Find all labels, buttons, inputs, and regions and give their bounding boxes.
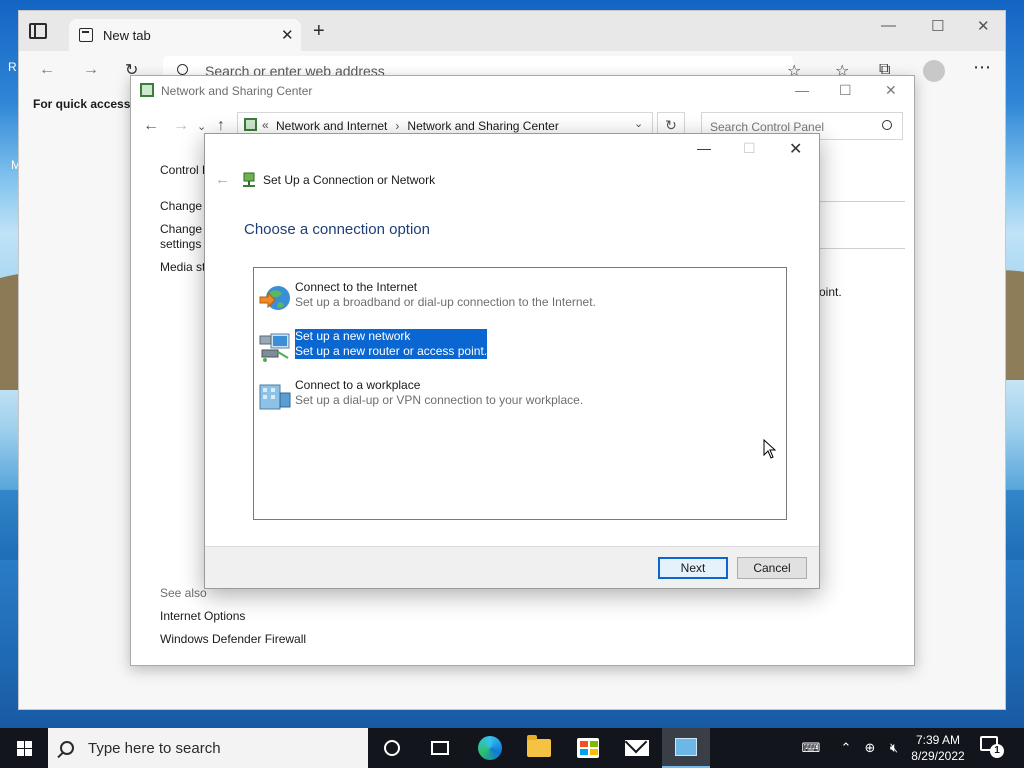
back-arrow-icon[interactable]: ← (39, 61, 55, 79)
browser-close-button[interactable]: ✕ (977, 17, 990, 35)
browser-tab-strip: New tab ✕ + — ☐ ✕ (19, 11, 1005, 51)
option-text: Connect to the Internet Set up a broadba… (295, 280, 596, 310)
close-tab-icon[interactable]: ✕ (281, 26, 294, 44)
control-panel-network-icon (244, 118, 257, 131)
globe-internet-icon (259, 286, 290, 310)
cancel-button[interactable]: Cancel (737, 557, 807, 579)
nsc-minimize-button[interactable]: — (795, 82, 809, 98)
browser-tab-title: New tab (103, 28, 151, 43)
taskbar: Type here to search ⌨ ⌃ ⊕ 🔇︎ 7:39 AM 8/2… (0, 728, 1024, 768)
cortana-button[interactable] (368, 728, 416, 768)
sidebar-link-media-streaming[interactable]: Media st (160, 260, 205, 274)
option-connect-internet[interactable]: Connect to the Internet Set up a broadba… (258, 280, 784, 320)
option-title: Connect to the Internet (295, 280, 418, 294)
forward-arrow-icon[interactable]: → (83, 61, 99, 79)
quick-access-text: For quick access, p (33, 97, 145, 111)
divider (819, 248, 905, 249)
option-description: Set up a new router or access point. (295, 344, 488, 358)
mouse-cursor-icon (763, 439, 777, 459)
desktop-icon-label-fragment[interactable]: R (8, 60, 17, 74)
taskbar-clock[interactable]: 7:39 AM 8/29/2022 (900, 732, 976, 764)
taskbar-search-placeholder: Type here to search (88, 739, 221, 757)
taskbar-search-box[interactable]: Type here to search (48, 728, 368, 768)
internet-options-link[interactable]: Internet Options (160, 609, 245, 623)
divider (819, 201, 905, 202)
option-description: Set up a dial-up or VPN connection to yo… (295, 393, 584, 407)
dialog-title: Set Up a Connection or Network (263, 173, 436, 187)
task-view-button[interactable] (416, 728, 464, 768)
search-icon (60, 741, 74, 755)
dialog-heading: Choose a connection option (244, 221, 430, 238)
nsc-maximize-button[interactable]: ☐ (839, 82, 852, 99)
breadcrumb-overflow-icon[interactable]: « (262, 118, 269, 132)
search-icon (882, 120, 892, 130)
router-network-icon (259, 333, 290, 362)
option-text: Set up a new network Set up a new router… (295, 329, 488, 359)
profile-avatar[interactable] (923, 60, 945, 82)
dialog-maximize-button: ☐ (743, 140, 756, 156)
recent-locations-chevron-icon[interactable]: ⌄ (197, 120, 206, 133)
store-icon (577, 738, 599, 758)
dialog-minimize-button[interactable]: — (697, 140, 711, 156)
dialog-close-button[interactable]: ✕ (789, 139, 802, 159)
window-title: Network and Sharing Center (161, 84, 313, 98)
windows-defender-firewall-link[interactable]: Windows Defender Firewall (160, 632, 306, 646)
taskbar-control-panel[interactable] (662, 728, 710, 768)
taskbar-store[interactable] (564, 728, 612, 768)
option-description: Set up a broadband or dial-up connection… (295, 295, 596, 309)
more-options-icon[interactable]: ⋯ (973, 57, 992, 78)
connection-options-list: Connect to the Internet Set up a broadba… (253, 267, 787, 520)
task-view-icon (431, 741, 449, 755)
clock-date: 8/29/2022 (911, 749, 965, 763)
browser-minimize-button[interactable]: — (881, 17, 896, 34)
sidebar-link-control-panel-home[interactable]: Control P (160, 163, 210, 177)
new-tab-button[interactable]: + (313, 21, 325, 41)
action-center-button[interactable]: 1 (980, 736, 1004, 760)
file-explorer-icon (527, 735, 551, 757)
sidebar-link-change-advanced-line2[interactable]: settings (160, 237, 201, 251)
breadcrumb-separator-icon: › (395, 119, 400, 133)
breadcrumb-item[interactable]: Network and Internet (276, 119, 387, 133)
workplace-building-icon (259, 384, 291, 410)
new-tab-favicon-icon (79, 28, 93, 42)
option-connect-workplace[interactable]: Connect to a workplace Set up a dial-up … (258, 378, 784, 418)
back-arrow-icon[interactable]: ← (143, 117, 159, 135)
clock-time: 7:39 AM (915, 733, 961, 747)
chevron-down-icon[interactable]: ⌄ (634, 117, 643, 130)
nsc-close-button[interactable]: ✕ (885, 82, 897, 99)
search-icon (177, 64, 188, 75)
cortana-icon (384, 740, 400, 756)
control-panel-icon (675, 738, 697, 756)
breadcrumb-item[interactable]: Network and Sharing Center (407, 119, 558, 133)
network-setup-icon (243, 172, 255, 187)
back-arrow-icon[interactable]: ← (215, 171, 230, 188)
taskbar-file-explorer[interactable] (515, 728, 563, 768)
option-title: Set up a new network (295, 329, 411, 343)
browser-tab[interactable]: New tab ✕ (69, 19, 301, 51)
control-panel-network-icon (140, 83, 154, 97)
option-text: Connect to a workplace Set up a dial-up … (295, 378, 583, 408)
edge-icon (478, 736, 502, 760)
search-placeholder: Search Control Panel (710, 120, 825, 134)
start-button[interactable] (0, 728, 48, 768)
see-also-heading: See also (160, 586, 207, 600)
browser-maximize-button[interactable]: ☐ (931, 17, 944, 35)
content-text-fragment: oint. (819, 285, 842, 299)
keyboard-icon[interactable]: ⌨ (798, 728, 824, 768)
taskbar-mail[interactable] (613, 728, 661, 768)
notification-count-badge: 1 (990, 744, 1004, 758)
show-hidden-icons-chevron-icon[interactable]: ⌃ (836, 728, 856, 768)
windows-logo-icon (16, 740, 32, 756)
option-new-network[interactable]: Set up a new network Set up a new router… (258, 329, 784, 369)
mail-icon (625, 740, 649, 756)
tab-actions-icon[interactable] (29, 23, 47, 39)
next-button[interactable]: Next (658, 557, 728, 579)
taskbar-edge[interactable] (466, 728, 514, 768)
network-icon[interactable]: ⊕ (860, 728, 880, 768)
forward-arrow-icon[interactable]: → (173, 117, 189, 135)
setup-connection-dialog: — ☐ ✕ ← Set Up a Connection or Network C… (204, 133, 820, 589)
option-title: Connect to a workplace (295, 378, 421, 392)
dialog-footer: Next Cancel (205, 546, 819, 588)
